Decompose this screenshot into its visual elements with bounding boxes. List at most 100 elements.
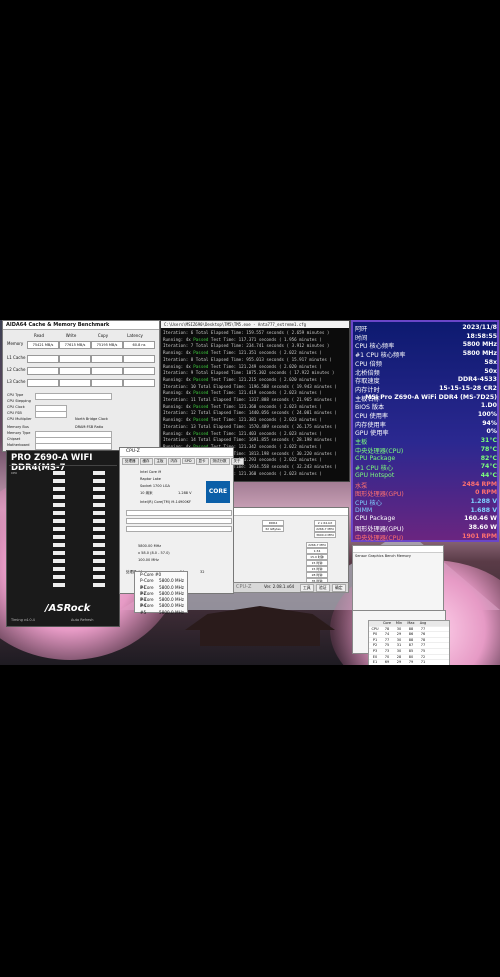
hwinfo-tab-sensor[interactable]: Sensor (355, 554, 367, 558)
console-line-status: Total Elapsed Time: (198, 423, 249, 429)
console-line-time: Test Time: 121.351 seconds ( 2.022 minut… (210, 350, 322, 356)
console-line: Running: 4x Passed Test Time: 121.215 se… (163, 377, 322, 382)
asrock-field[interactable] (53, 503, 65, 507)
tools-button[interactable]: 工具 (300, 584, 314, 592)
console-line-label: Running: 4x (163, 403, 194, 409)
asrock-auto-refresh[interactable]: Auto Refresh (71, 618, 93, 622)
tab-processor[interactable]: 处理器 (122, 458, 139, 465)
asrock-field[interactable] (53, 559, 65, 563)
hwinfo-table-row: E1 69 29 79 71 (369, 660, 449, 665)
validate-button[interactable]: 验证 (316, 584, 330, 592)
hwinfo-tab-memory[interactable]: Memory (397, 554, 411, 558)
aida64-l3-write (59, 379, 91, 387)
console-line: Running: 4x Passed Test Time: 121.419 se… (163, 390, 322, 395)
aida64-l1-latency (123, 355, 155, 363)
sensor-value: 2023/11/8 (462, 324, 497, 331)
asrock-field[interactable] (93, 487, 105, 491)
aida64-l1-label: L1 Cache (7, 355, 26, 360)
asrock-field[interactable] (53, 519, 65, 523)
hwinfo-table-cell: E0 (372, 654, 378, 659)
hwinfo-table-cell: P0 (372, 632, 378, 637)
tab-graphics[interactable]: 显卡 (195, 458, 209, 465)
sensor-row: 北桥倍频 50x (355, 367, 497, 377)
tab-about[interactable]: 关于 (230, 458, 244, 465)
asrock-field[interactable] (93, 511, 105, 515)
sensor-label: DIMM (355, 506, 373, 514)
hwinfo-table-cell: P3 (372, 648, 378, 653)
asrock-field[interactable] (93, 495, 105, 499)
hwinfo-table-cell: 79 (408, 660, 414, 665)
asrock-field[interactable] (93, 519, 105, 523)
hwinfo-table-cell: 77 (420, 626, 426, 631)
aida64-row-memory: Memory 75421 MB/s 77615 MB/s 75195 MB/s … (5, 341, 155, 349)
tab-mainboard[interactable]: 主板 (153, 458, 167, 465)
sensor-value: 100% (477, 411, 497, 418)
sensor-value: 0% (486, 428, 497, 436)
tab-cache[interactable]: 缓存 (139, 458, 153, 465)
sensor-row: 主板 31°C (355, 437, 497, 446)
hwinfo-tab-graphics[interactable]: Graphics (368, 554, 383, 558)
cpuz-multiplier: x 58.0 (8.0 - 57.0) (138, 551, 170, 555)
asrock-field[interactable] (53, 527, 65, 531)
console-line-status: Total Elapsed Time: (195, 343, 247, 349)
cpuz-name-value: Intel Core i9 (140, 470, 162, 474)
hwinfo-col: Max (407, 621, 415, 625)
asrock-field[interactable] (93, 559, 105, 563)
asrock-field[interactable] (53, 551, 65, 555)
hwinfo-table-cell: 70 (384, 654, 390, 659)
console-line-label: Iteration: 9 (163, 370, 196, 376)
aida64-col-copy: Copy (97, 333, 109, 338)
sensor-label: 阿旰 (355, 326, 368, 333)
sensor-label: #1 CPU 核心 (355, 465, 394, 473)
asrock-field[interactable] (93, 471, 105, 475)
sensor-value: 50x (484, 367, 497, 375)
hwinfo-tab-bench[interactable]: Bench (385, 554, 396, 558)
sensor-value: 44°C (480, 471, 497, 479)
console-line: Iteration: 12 Total Elapsed Time: 1440.0… (163, 410, 337, 415)
asrock-field[interactable] (93, 543, 105, 547)
tab-bench[interactable]: 测试分数 (209, 458, 230, 465)
sensor-label: 水泵 (355, 482, 368, 490)
console-line: Iteration: 7 Total Elapsed Time: 234.741… (163, 343, 329, 348)
asrock-field[interactable] (93, 583, 105, 587)
asrock-field[interactable] (53, 511, 65, 515)
asrock-field[interactable] (93, 503, 105, 507)
console-line: Iteration: 8 Total Elapsed Time: 955.013… (163, 357, 332, 362)
hwinfo-table-cell: 88 (408, 626, 414, 631)
sensor-row: 内存计时 15-15-15-28 CR2 (355, 385, 497, 394)
asrock-field[interactable] (53, 575, 65, 579)
console-line-label: Running: 4x (163, 430, 194, 436)
asrock-field[interactable] (93, 567, 105, 571)
ok-button[interactable]: 确定 (332, 584, 346, 592)
asrock-field[interactable] (53, 583, 65, 587)
sensor-value: 58x (484, 358, 497, 366)
cpuz-footer-brand: CPU-Z (236, 584, 252, 590)
asrock-field[interactable] (93, 575, 105, 579)
aida64-l1-read (27, 355, 59, 363)
tab-spd[interactable]: SPD (181, 458, 195, 464)
asrock-field[interactable] (53, 479, 65, 483)
aida64-row-l2: L2 Cache (5, 367, 155, 375)
asrock-field[interactable] (53, 495, 65, 499)
sensor-value: 31°C (480, 437, 497, 445)
aida64-l2-copy (91, 367, 123, 375)
asrock-field[interactable] (93, 527, 105, 531)
aida64-info-label: CPU Clock (7, 405, 25, 409)
asrock-field[interactable] (53, 567, 65, 571)
tab-memory[interactable]: 内存 (167, 458, 181, 465)
asrock-field[interactable] (53, 487, 65, 491)
aida64-col-latency: Latency (127, 333, 143, 338)
asrock-field[interactable] (93, 479, 105, 483)
mem-size: 32 GBytes (262, 526, 284, 532)
cpuz-spec-value: Intel(R) Core(TM) i9-14900KF (140, 500, 192, 504)
console-line-time: 1440.056 seconds ( 24.001 minutes ) (248, 410, 337, 416)
asrock-field[interactable] (53, 543, 65, 547)
asrock-field[interactable] (93, 551, 105, 555)
asrock-field[interactable] (93, 535, 105, 539)
console-line-time: 1075.302 seconds ( 17.922 minutes ) (246, 370, 335, 376)
console-title: C:\Users\MSIZ690\Desktop\TM5\TM5.exe - A… (161, 321, 349, 328)
sensor-row: 存取速度 DDR4-4533 (355, 376, 497, 385)
asrock-field[interactable] (53, 471, 65, 475)
asrock-field[interactable] (53, 535, 65, 539)
hwinfo-table-cell: 77 (420, 643, 426, 648)
